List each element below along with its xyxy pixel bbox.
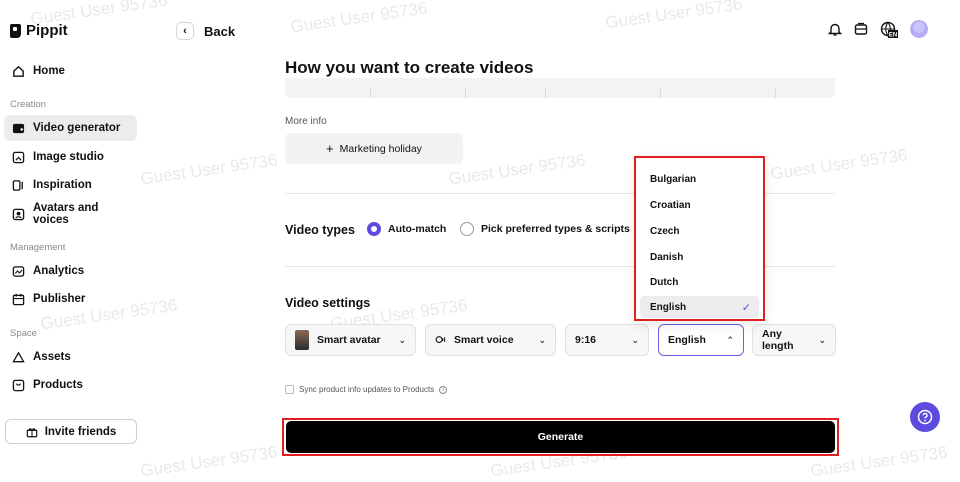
help-button[interactable] bbox=[910, 402, 940, 432]
voice-icon bbox=[435, 335, 446, 343]
generate-button[interactable]: Generate bbox=[286, 421, 835, 453]
assets-icon bbox=[12, 351, 25, 362]
language-option-dutch[interactable]: Dutch bbox=[640, 271, 759, 293]
bell-icon[interactable] bbox=[828, 22, 842, 37]
video-types-label: Video types bbox=[285, 223, 355, 237]
invite-friends-button[interactable]: Invite friends bbox=[5, 419, 137, 444]
check-icon: ✓ bbox=[741, 301, 751, 314]
option-label: Danish bbox=[650, 251, 684, 263]
scrolled-options-row bbox=[285, 78, 835, 98]
avatar-select-value: Smart avatar bbox=[317, 334, 381, 346]
marketing-holiday-chip[interactable]: + Marketing holiday bbox=[285, 133, 463, 164]
back-label: Back bbox=[204, 23, 236, 39]
ratio-select-value: 9:16 bbox=[575, 334, 597, 346]
section-space: Space bbox=[10, 328, 37, 339]
language-option-bulgarian[interactable]: Bulgarian bbox=[640, 168, 759, 190]
chevron-up-icon: ⌃ bbox=[726, 334, 734, 345]
info-icon[interactable]: i bbox=[439, 385, 448, 394]
video-generator-icon bbox=[12, 123, 25, 133]
inbox-icon[interactable] bbox=[854, 22, 868, 36]
inspiration-icon bbox=[12, 179, 23, 191]
sidebar-item-label: Image studio bbox=[33, 151, 104, 163]
back-button[interactable]: ‹ Back bbox=[176, 22, 235, 40]
radio-auto-match[interactable]: Auto-match bbox=[367, 222, 446, 236]
option-label: Czech bbox=[650, 225, 680, 237]
sidebar-item-avatars-voices[interactable]: Avatars and voices bbox=[4, 201, 137, 227]
sync-checkbox[interactable] bbox=[285, 385, 294, 394]
calendar-icon bbox=[12, 293, 25, 305]
sidebar-item-video-generator[interactable]: Video generator bbox=[4, 115, 137, 141]
language-option-croatian[interactable]: Croatian bbox=[640, 194, 759, 216]
chevron-down-icon: ⌄ bbox=[538, 334, 546, 345]
chip-label: Marketing holiday bbox=[339, 142, 422, 155]
header-actions: EN bbox=[828, 20, 928, 38]
language-option-danish[interactable]: Danish bbox=[640, 246, 759, 268]
svg-text:EN: EN bbox=[889, 32, 897, 38]
chevron-down-icon: ⌄ bbox=[818, 334, 826, 345]
avatar-select[interactable]: Smart avatar ⌄ bbox=[285, 324, 416, 356]
chevron-down-icon: ⌄ bbox=[631, 334, 639, 345]
avatar-voice-icon bbox=[12, 208, 25, 220]
app-name: Pippit bbox=[26, 22, 68, 39]
language-dropdown: Bulgarian Croatian Czech Danish Dutch En… bbox=[634, 156, 765, 321]
gift-icon bbox=[26, 427, 38, 437]
user-avatar[interactable] bbox=[910, 20, 928, 38]
sidebar-item-analytics[interactable]: Analytics bbox=[4, 258, 137, 284]
option-label: English bbox=[650, 301, 687, 313]
sidebar-item-label: Products bbox=[33, 379, 83, 391]
sidebar-item-label: Publisher bbox=[33, 293, 86, 305]
radio-label: Auto-match bbox=[388, 223, 447, 235]
radio-pick-preferred[interactable]: Pick preferred types & scripts bbox=[460, 222, 630, 236]
more-info-label: More info bbox=[285, 116, 327, 127]
sidebar-item-label: Home bbox=[33, 65, 65, 77]
language-option-czech[interactable]: Czech bbox=[640, 220, 759, 242]
section-creation: Creation bbox=[10, 99, 46, 110]
length-select-value: Any length bbox=[762, 328, 794, 352]
app-logo[interactable]: Pippit bbox=[10, 22, 68, 39]
voice-select[interactable]: Smart voice ⌄ bbox=[425, 324, 556, 356]
option-label: Bulgarian bbox=[650, 173, 697, 185]
sidebar-item-label: Inspiration bbox=[33, 179, 92, 191]
radio-label: Pick preferred types & scripts bbox=[481, 223, 630, 235]
chevron-left-icon: ‹ bbox=[176, 22, 194, 40]
pippit-logo-icon bbox=[10, 23, 21, 38]
sidebar-item-label: Video generator bbox=[33, 122, 121, 134]
plus-icon: + bbox=[326, 141, 334, 156]
sidebar-item-inspiration[interactable]: Inspiration bbox=[4, 172, 137, 198]
sidebar-item-publisher[interactable]: Publisher bbox=[4, 286, 137, 312]
sidebar-item-home[interactable]: Home bbox=[4, 58, 137, 84]
language-select-value: English bbox=[668, 334, 706, 346]
section-management: Management bbox=[10, 242, 66, 253]
sidebar-item-image-studio[interactable]: Image studio bbox=[4, 144, 137, 170]
language-option-english[interactable]: English ✓ bbox=[640, 296, 759, 318]
video-settings-label: Video settings bbox=[285, 296, 371, 310]
chevron-down-icon: ⌄ bbox=[398, 334, 406, 345]
option-label: Dutch bbox=[650, 276, 679, 288]
language-icon[interactable]: EN bbox=[880, 21, 898, 38]
home-icon bbox=[13, 65, 24, 77]
analytics-icon bbox=[12, 265, 25, 277]
help-icon bbox=[917, 409, 933, 425]
radio-on-icon bbox=[367, 222, 381, 236]
voice-select-value: Smart voice bbox=[454, 334, 514, 346]
radio-off-icon bbox=[460, 222, 474, 236]
sidebar-item-label: Assets bbox=[33, 351, 71, 363]
sidebar-item-assets[interactable]: Assets bbox=[4, 344, 137, 370]
invite-label: Invite friends bbox=[44, 425, 117, 438]
length-select[interactable]: Any length ⌄ bbox=[752, 324, 836, 356]
image-studio-icon bbox=[12, 151, 25, 163]
avatar-thumbnail bbox=[295, 330, 309, 350]
products-icon bbox=[12, 379, 25, 391]
sync-label: Sync product info updates to Products bbox=[299, 385, 435, 394]
option-label: Croatian bbox=[650, 199, 691, 211]
sidebar-item-label: Avatars and voices bbox=[33, 202, 99, 226]
language-select[interactable]: English ⌃ bbox=[658, 324, 744, 356]
page-title: How you want to create videos bbox=[285, 58, 534, 77]
sync-checkbox-row[interactable]: Sync product info updates to Products i bbox=[285, 385, 448, 394]
ratio-select[interactable]: 9:16 ⌄ bbox=[565, 324, 649, 356]
sidebar-item-products[interactable]: Products bbox=[4, 372, 137, 398]
sidebar-item-label: Analytics bbox=[33, 265, 85, 277]
